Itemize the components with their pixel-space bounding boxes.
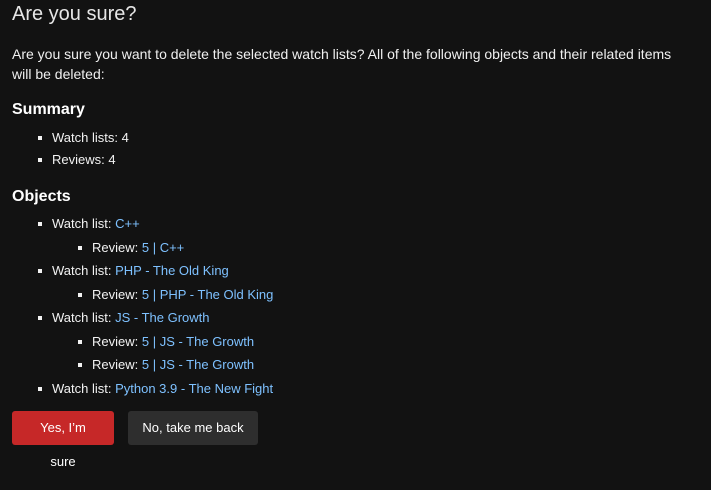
watch-list-item: Watch list: Python 3.9 - The New Fight	[38, 379, 273, 403]
watch-list-item: Watch list: PHP - The Old King	[38, 261, 273, 285]
watch-list-prefix: Watch list:	[52, 310, 116, 325]
summary-list: Watch lists: 4 Reviews: 4	[38, 127, 129, 171]
review-item: Review: 5 | C++	[78, 238, 273, 262]
watch-list-item: Watch list: C++	[38, 214, 273, 238]
review-prefix: Review:	[92, 333, 142, 349]
review-link-js-1[interactable]: 5 | JS - The Growth	[142, 334, 254, 349]
delete-confirmation-page: Are you sure? Are you sure you want to d…	[0, 0, 711, 490]
watch-list-link-php[interactable]: PHP - The Old King	[115, 263, 229, 278]
cancel-button[interactable]: No, take me back	[128, 411, 258, 445]
review-link-php[interactable]: 5 | PHP - The Old King	[142, 287, 274, 302]
review-prefix: Review:	[92, 286, 142, 302]
objects-heading: Objects	[12, 188, 71, 205]
review-prefix: Review:	[92, 239, 142, 255]
summary-item-watch-lists: Watch lists: 4	[38, 127, 129, 149]
review-prefix: Review:	[92, 357, 142, 372]
watch-list-prefix: Watch list:	[52, 216, 116, 231]
watch-list-link-python[interactable]: Python 3.9 - The New Fight	[115, 381, 273, 396]
review-link-js-2[interactable]: 5 | JS - The Growth	[142, 357, 254, 372]
summary-heading: Summary	[12, 101, 85, 118]
watch-list-item: Watch list: JS - The Growth	[38, 308, 273, 332]
review-link-cpp[interactable]: 5 | C++	[142, 240, 184, 255]
watch-list-prefix: Watch list:	[52, 263, 116, 278]
watch-list-prefix: Watch list:	[52, 380, 116, 396]
review-item: Review: 5 | PHP - The Old King	[78, 285, 273, 309]
intro-text: Are you sure you want to delete the sele…	[12, 46, 672, 82]
watch-list-link-cpp[interactable]: C++	[115, 216, 140, 231]
review-item: Review: 5 | JS - The Growth	[78, 355, 273, 379]
page-title: Are you sure?	[12, 3, 137, 25]
summary-item-reviews: Reviews: 4	[38, 149, 129, 171]
objects-list: Watch list: C++ Review: 5 | C++ Watch li…	[38, 214, 273, 402]
watch-list-link-js[interactable]: JS - The Growth	[115, 310, 209, 325]
review-item: Review: 5 | JS - The Growth	[78, 332, 273, 356]
confirm-delete-button[interactable]: Yes, I’m sure	[12, 411, 114, 469]
